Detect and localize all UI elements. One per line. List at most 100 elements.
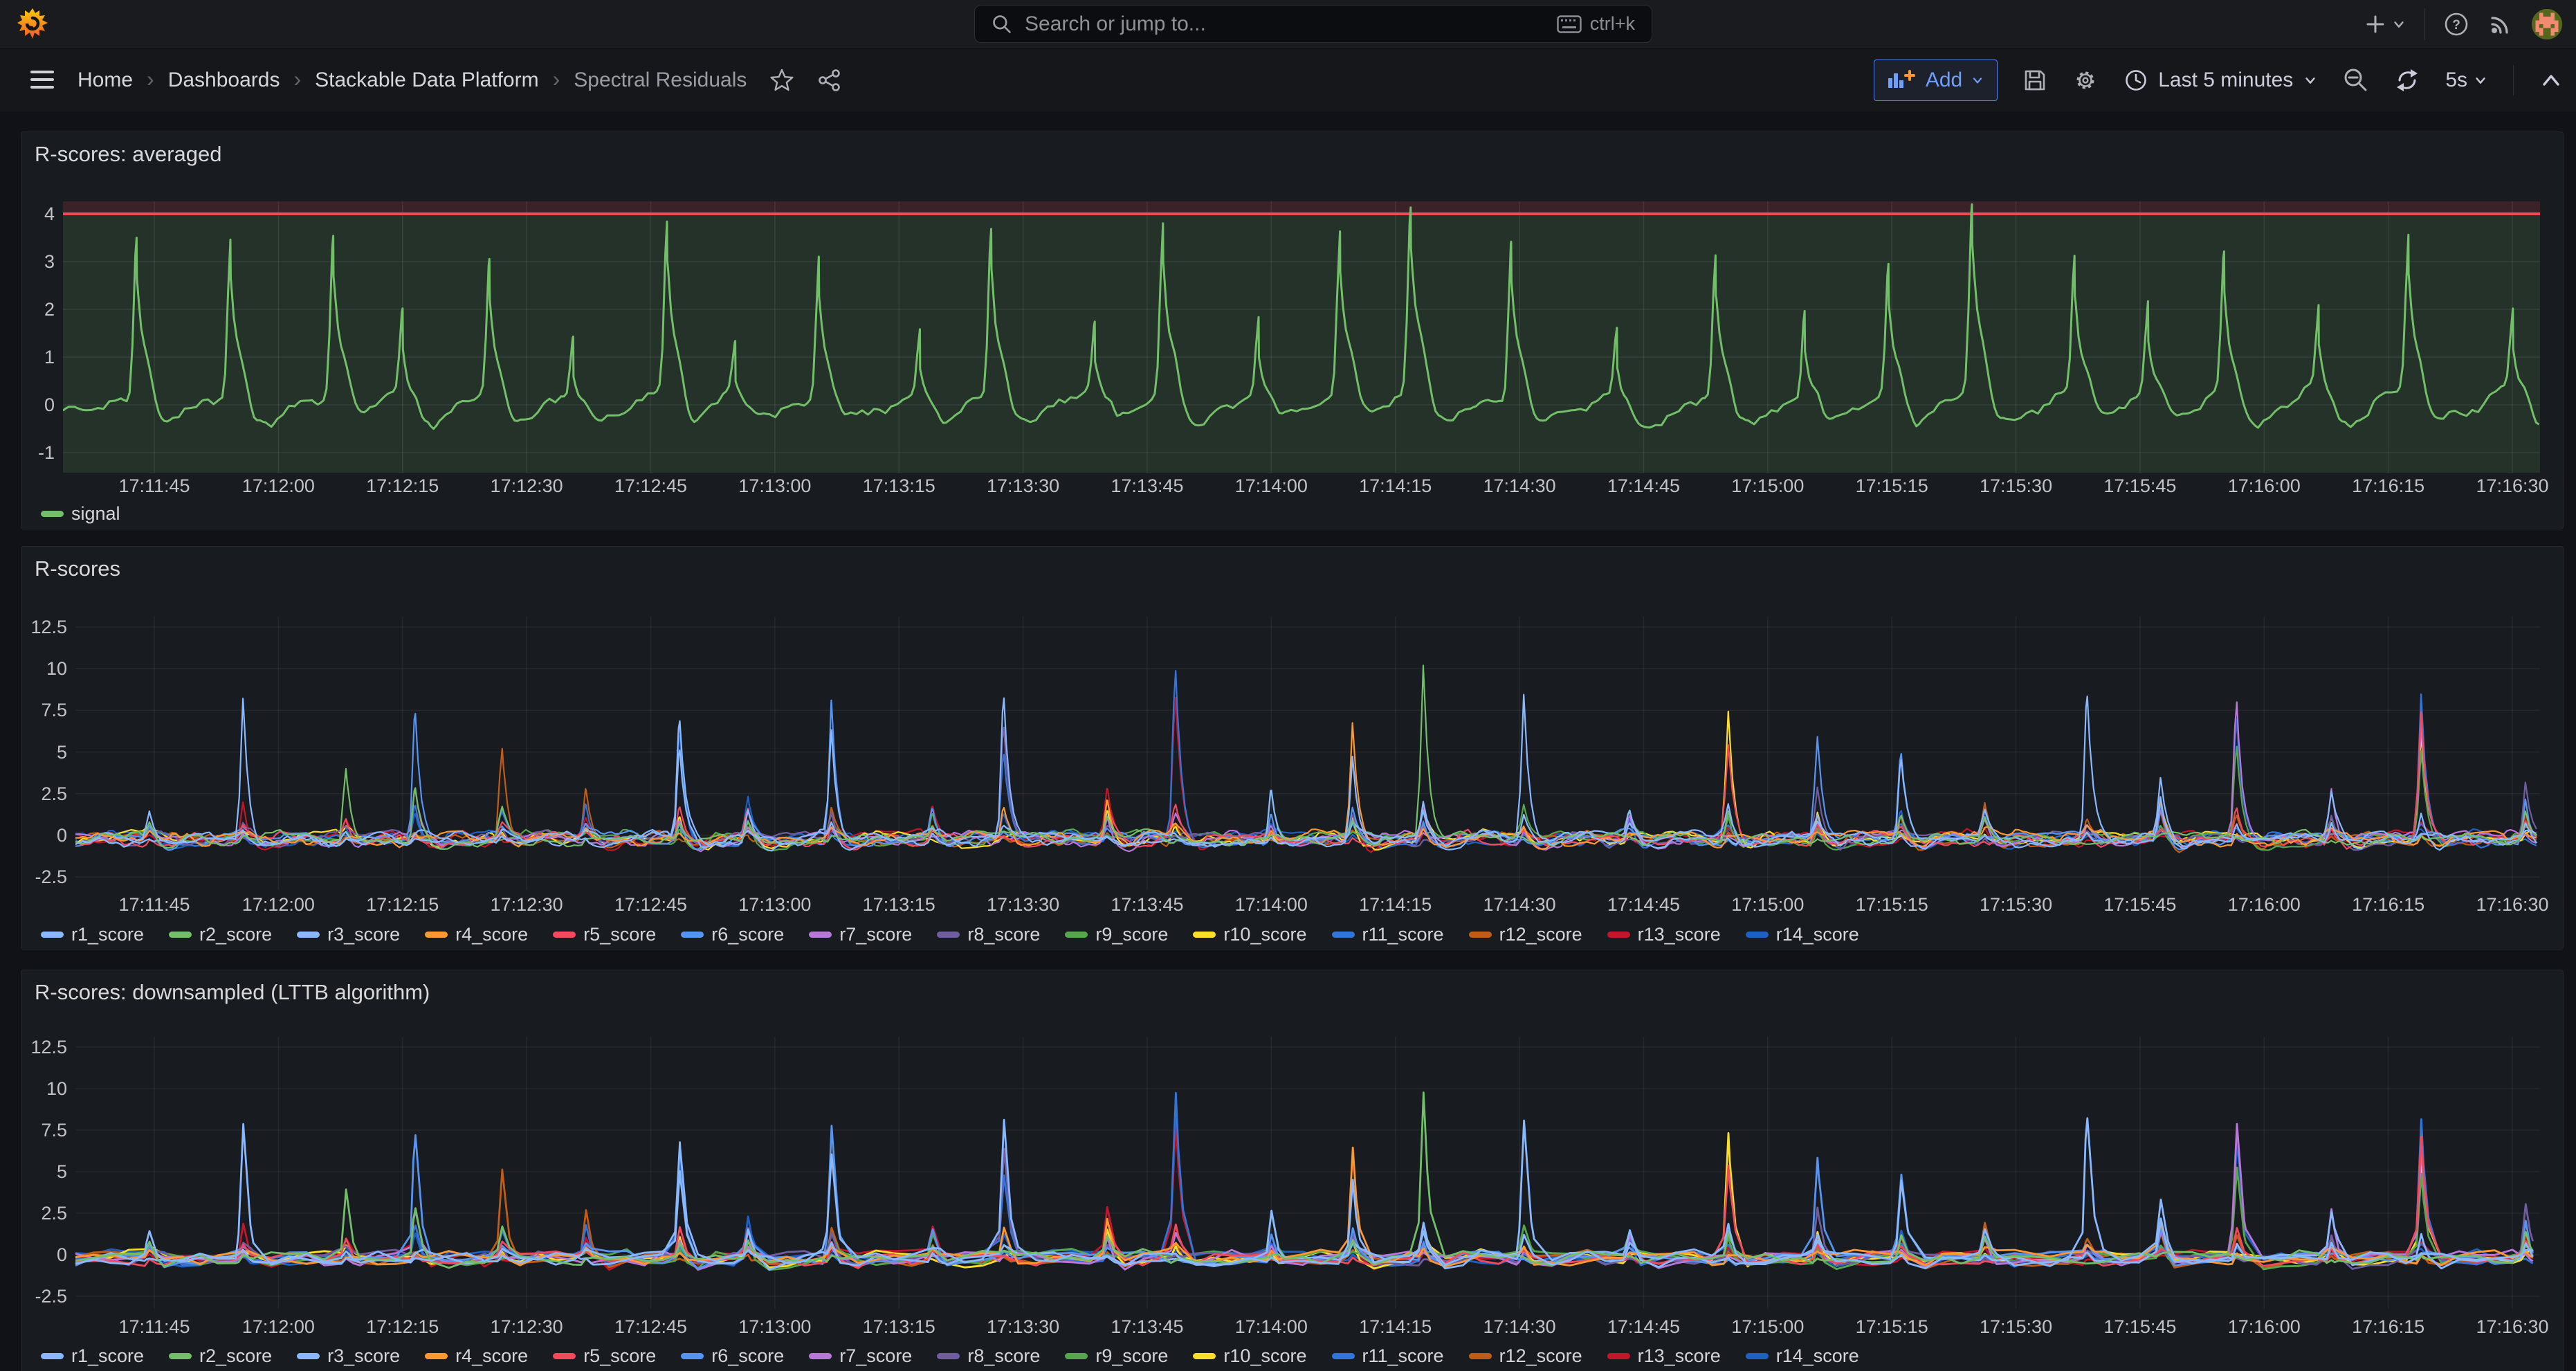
legend-item[interactable]: r9_score bbox=[1065, 924, 1168, 945]
time-range-label: Last 5 minutes bbox=[2158, 69, 2293, 92]
time-series-plot[interactable] bbox=[75, 1037, 2540, 1309]
legend-item[interactable]: r12_score bbox=[1469, 1345, 1582, 1367]
legend-item[interactable]: r6_score bbox=[681, 924, 784, 945]
x-axis-tick-label: 17:15:00 bbox=[1719, 475, 1816, 496]
legend-series-color bbox=[41, 932, 64, 938]
legend-item[interactable]: r3_score bbox=[297, 924, 400, 945]
legend-series-label: r12_score bbox=[1499, 1345, 1582, 1367]
x-axis-tick-label: 17:16:30 bbox=[2464, 894, 2561, 915]
breadcrumb-separator: › bbox=[553, 66, 560, 92]
zoom-out-icon[interactable] bbox=[2343, 67, 2369, 93]
legend-series-label: r4_score bbox=[455, 1345, 528, 1367]
help-button[interactable]: ? bbox=[2443, 11, 2469, 37]
svg-text:?: ? bbox=[2452, 18, 2460, 33]
legend-item[interactable]: r14_score bbox=[1746, 1345, 1859, 1367]
refresh-icon[interactable] bbox=[2394, 67, 2420, 93]
legend-item[interactable]: r12_score bbox=[1469, 924, 1582, 945]
legend-item[interactable]: r13_score bbox=[1607, 1345, 1721, 1367]
x-axis-tick-label: 17:11:45 bbox=[106, 1316, 203, 1337]
breadcrumb-item[interactable]: Stackable Data Platform bbox=[315, 69, 538, 92]
legend-series-label: r1_score bbox=[71, 924, 144, 945]
nav-right-actions: ? bbox=[2364, 0, 2562, 48]
settings-gear-icon[interactable] bbox=[2072, 67, 2099, 93]
legend-series-label: r6_score bbox=[711, 1345, 784, 1367]
add-panel-label: Add bbox=[1926, 69, 1962, 92]
legend-item[interactable]: r7_score bbox=[809, 1345, 912, 1367]
grafana-logo-icon[interactable] bbox=[17, 8, 48, 39]
legend-item[interactable]: r11_score bbox=[1332, 924, 1444, 945]
legend-item[interactable]: r7_score bbox=[809, 924, 912, 945]
x-axis-tick-label: 17:13:45 bbox=[1099, 894, 1196, 915]
x-axis-tick-label: 17:13:00 bbox=[727, 1316, 823, 1337]
chevron-down-icon bbox=[2391, 17, 2406, 32]
user-avatar[interactable] bbox=[2532, 9, 2562, 39]
panel-rscores: R-scores 12.5107.552.50-2.5 17:11:4517:1… bbox=[21, 546, 2564, 950]
x-axis-tick-label: 17:13:30 bbox=[975, 1316, 1072, 1337]
chevron-down-icon bbox=[1971, 73, 1984, 87]
y-axis-tick-label: 5 bbox=[21, 742, 67, 763]
legend-item[interactable]: r10_score bbox=[1193, 1345, 1306, 1367]
keyboard-icon bbox=[1557, 15, 1582, 33]
panel-title[interactable]: R-scores: downsampled (LTTB algorithm) bbox=[35, 980, 430, 1005]
legend-series-label: r12_score bbox=[1499, 924, 1582, 945]
add-panel-icon bbox=[1887, 69, 1917, 92]
x-axis-tick-label: 17:12:15 bbox=[354, 475, 451, 496]
time-series-plot[interactable] bbox=[75, 617, 2540, 890]
menu-toggle-icon[interactable] bbox=[30, 70, 54, 89]
y-axis-tick-label: 12.5 bbox=[21, 1037, 67, 1057]
breadcrumb-item[interactable]: Home bbox=[77, 69, 133, 92]
x-axis-tick-label: 17:12:30 bbox=[478, 475, 575, 496]
refresh-interval-picker[interactable]: 5s bbox=[2445, 69, 2488, 92]
legend-series-label: r3_score bbox=[327, 924, 400, 945]
x-axis-tick-label: 17:14:15 bbox=[1347, 1316, 1444, 1337]
legend-item[interactable]: r6_score bbox=[681, 1345, 784, 1367]
legend-item[interactable]: r5_score bbox=[553, 1345, 656, 1367]
legend-item[interactable]: r4_score bbox=[425, 1345, 528, 1367]
favorite-star-icon[interactable] bbox=[770, 69, 794, 92]
chevron-down-icon bbox=[2303, 73, 2318, 88]
time-range-picker[interactable]: Last 5 minutes bbox=[2123, 68, 2318, 93]
panel-title[interactable]: R-scores bbox=[35, 556, 120, 581]
legend-item[interactable]: r2_score bbox=[169, 924, 272, 945]
news-button[interactable] bbox=[2487, 11, 2514, 37]
legend-item[interactable]: r4_score bbox=[425, 924, 528, 945]
legend-series-label: r6_score bbox=[711, 924, 784, 945]
legend-series-label: r13_score bbox=[1638, 924, 1721, 945]
y-axis-tick-label: 10 bbox=[21, 1078, 67, 1099]
x-axis-tick-label: 17:14:00 bbox=[1223, 894, 1319, 915]
legend-item[interactable]: r14_score bbox=[1746, 924, 1859, 945]
y-axis-tick-label: -1 bbox=[21, 442, 55, 463]
legend-item[interactable]: r8_score bbox=[937, 924, 1040, 945]
legend-series-label: signal bbox=[71, 503, 120, 525]
legend-item[interactable]: r8_score bbox=[937, 1345, 1040, 1367]
refresh-interval-label: 5s bbox=[2445, 69, 2467, 92]
x-axis-tick-label: 17:12:15 bbox=[354, 894, 451, 915]
legend-item[interactable]: r11_score bbox=[1332, 1345, 1444, 1367]
breadcrumb-item[interactable]: Dashboards bbox=[168, 69, 280, 92]
panel-title[interactable]: R-scores: averaged bbox=[35, 142, 222, 167]
legend-item[interactable]: signal bbox=[41, 503, 120, 525]
time-series-plot[interactable] bbox=[63, 201, 2540, 473]
x-axis-tick-label: 17:15:45 bbox=[2092, 1316, 2189, 1337]
legend-item[interactable]: r1_score bbox=[41, 1345, 144, 1367]
legend-item[interactable]: r13_score bbox=[1607, 924, 1721, 945]
x-axis-tick-label: 17:14:45 bbox=[1595, 475, 1692, 496]
search-input[interactable]: Search or jump to... ctrl+k bbox=[974, 5, 1652, 43]
legend-series-label: r5_score bbox=[583, 924, 656, 945]
add-panel-button[interactable]: Add bbox=[1874, 60, 1998, 101]
legend-item[interactable]: r9_score bbox=[1065, 1345, 1168, 1367]
legend-item[interactable]: r10_score bbox=[1193, 924, 1306, 945]
y-axis-tick-label: 5 bbox=[21, 1161, 67, 1182]
x-axis-tick-label: 17:13:15 bbox=[850, 894, 947, 915]
save-dashboard-icon[interactable] bbox=[2022, 68, 2047, 93]
y-axis-tick-label: 2.5 bbox=[21, 783, 67, 804]
legend-item[interactable]: r5_score bbox=[553, 924, 656, 945]
legend-item[interactable]: r3_score bbox=[297, 1345, 400, 1367]
legend-item[interactable]: r1_score bbox=[41, 924, 144, 945]
new-menu-button[interactable] bbox=[2364, 12, 2406, 36]
collapse-chevron-up-icon[interactable] bbox=[2539, 70, 2564, 91]
legend-item[interactable]: r2_score bbox=[169, 1345, 272, 1367]
y-axis-tick-label: 0 bbox=[21, 1244, 67, 1265]
share-icon[interactable] bbox=[817, 68, 842, 93]
y-axis-tick-label: 4 bbox=[21, 203, 55, 224]
